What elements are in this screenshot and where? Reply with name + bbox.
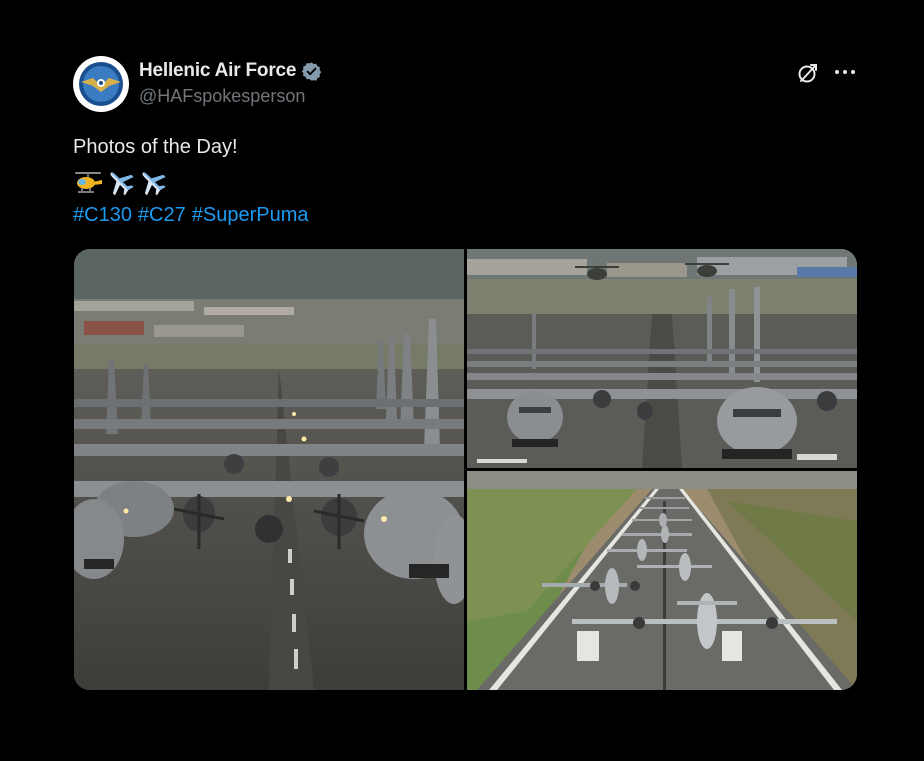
more-icon[interactable] — [832, 63, 858, 81]
hellenic-air-force-emblem-icon — [74, 57, 128, 111]
user-block: Hellenic Air Force @HAFspokesperson — [139, 58, 322, 107]
grok-icon[interactable] — [796, 61, 820, 85]
display-name[interactable]: Hellenic Air Force — [139, 60, 296, 82]
post-text: Photos of the Day! — [73, 136, 238, 158]
photo-aircraft-front[interactable] — [467, 249, 857, 468]
media-grid — [74, 249, 857, 690]
airplane-emoji-icon — [105, 168, 135, 198]
photo-aircraft-close[interactable] — [74, 249, 464, 690]
hashtag-c130[interactable]: #C130 — [73, 204, 132, 226]
post-page: Hellenic Air Force @HAFspokesperson Phot… — [0, 0, 924, 761]
verified-badge-icon — [301, 61, 322, 82]
hashtags: #C130 #C27 #SuperPuma — [73, 202, 315, 228]
handle[interactable]: @HAFspokesperson — [139, 86, 322, 107]
helicopter-emoji-icon — [73, 168, 103, 198]
hashtag-superpuma[interactable]: #SuperPuma — [192, 204, 309, 226]
emoji-row — [73, 168, 167, 198]
hashtag-c27[interactable]: #C27 — [138, 204, 186, 226]
airplane-emoji-icon — [137, 168, 167, 198]
photo-aircraft-aerial[interactable] — [467, 471, 857, 690]
avatar[interactable] — [73, 56, 129, 112]
display-name-row: Hellenic Air Force — [139, 58, 322, 84]
